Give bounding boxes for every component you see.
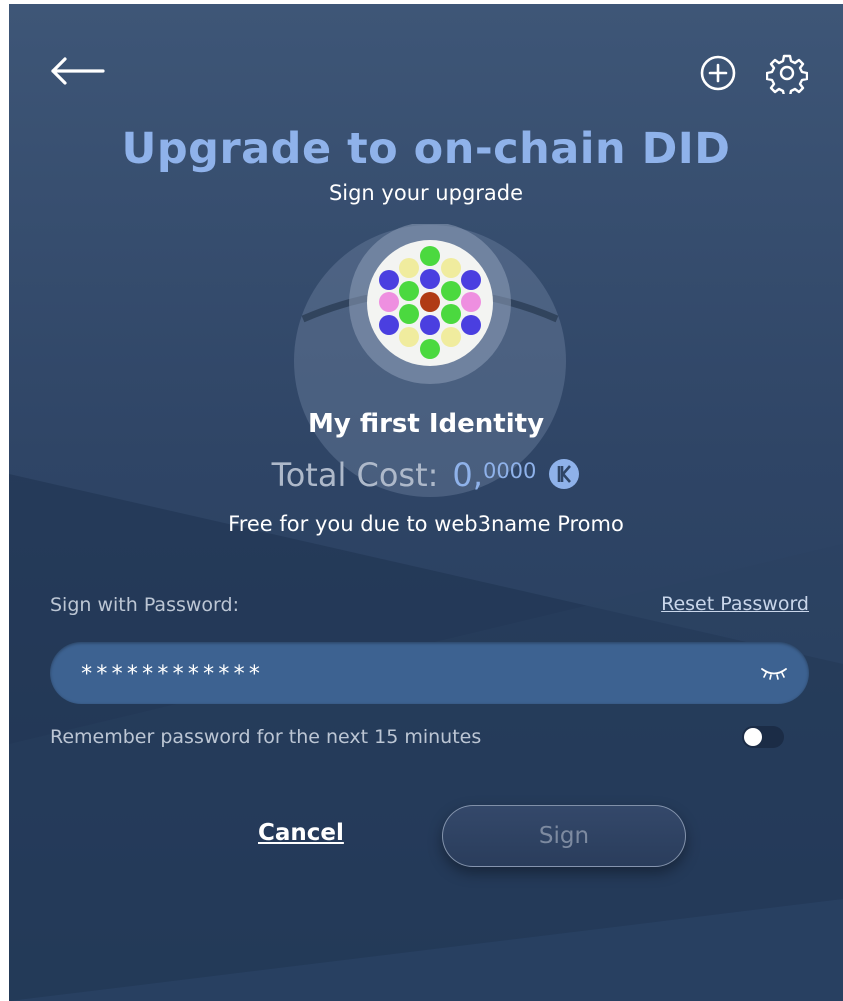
cost-integer: 0, — [452, 456, 483, 494]
total-cost-value: 0,0000 — [452, 456, 536, 494]
plus-circle-icon — [700, 55, 736, 91]
cost-decimals: 0000 — [482, 459, 537, 483]
page-title: Upgrade to on-chain DID — [121, 124, 731, 174]
remember-password-label: Remember password for the next 15 minute… — [50, 726, 482, 748]
header — [9, 4, 843, 144]
identity-name: My first Identity — [307, 409, 545, 439]
toggle-knob — [744, 728, 762, 746]
password-input[interactable] — [78, 642, 732, 706]
popup-window: Upgrade to on-chain DID Sign your upgrad… — [9, 4, 843, 1001]
total-cost: Total Cost: 0,0000 — [9, 456, 843, 494]
kilt-coin-icon — [549, 459, 580, 489]
back-button[interactable] — [47, 46, 113, 96]
reset-password-link[interactable]: Reset Password — [661, 593, 809, 615]
remember-password-toggle[interactable] — [742, 726, 784, 748]
settings-button[interactable] — [765, 52, 809, 98]
page-subtitle: Sign your upgrade — [328, 181, 524, 205]
password-label: Sign with Password: — [50, 594, 239, 616]
sign-button[interactable]: Sign — [442, 805, 686, 867]
total-cost-label: Total Cost: — [271, 456, 439, 494]
password-field — [50, 642, 809, 706]
add-identity-button[interactable] — [697, 52, 739, 94]
promo-text: Free for you due to web3name Promo — [228, 512, 624, 536]
cancel-button[interactable]: Cancel — [258, 820, 344, 846]
eye-closed-icon[interactable] — [759, 660, 789, 686]
arrow-left-icon — [51, 57, 105, 85]
gear-icon — [765, 54, 809, 98]
